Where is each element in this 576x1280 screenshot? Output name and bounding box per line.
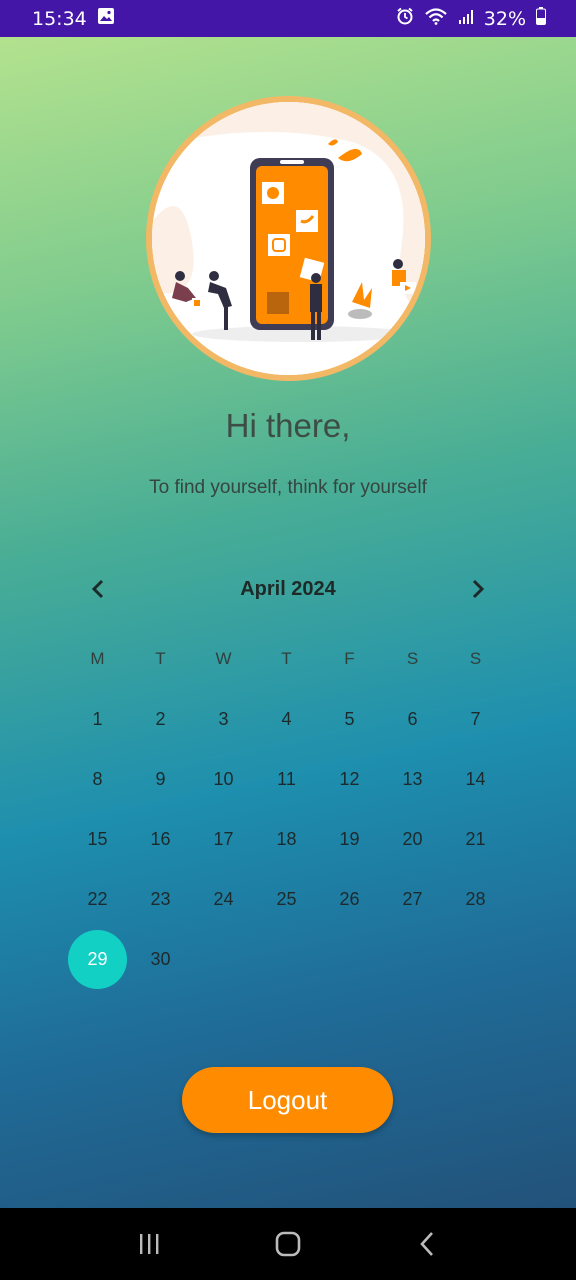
weekday-label: F [344,649,355,668]
calendar-day[interactable]: 27 [381,869,444,929]
calendar-day[interactable]: 12 [318,749,381,809]
calendar-day[interactable]: 14 [444,749,507,809]
wifi-icon [424,7,448,30]
calendar-week-row: 1234567 [66,689,507,749]
battery-icon [536,7,546,30]
calendar-day[interactable]: 7 [444,689,507,749]
weekday-label: T [281,649,292,668]
chevron-left-icon [91,579,104,599]
home-button[interactable] [263,1219,313,1269]
calendar-week-row: 29 30 [66,929,507,989]
next-month-button[interactable] [460,571,496,607]
calendar-day[interactable]: 16 [129,809,192,869]
weekday-label: M [90,649,105,668]
chevron-right-icon [472,579,485,599]
calendar-empty-cell [381,929,444,989]
status-left: 15:34 [32,7,115,30]
selected-day-indicator: 29 [68,929,127,989]
calendar-day[interactable]: 18 [255,809,318,869]
hero-illustration [146,96,431,381]
calendar-day[interactable]: 5 [318,689,381,749]
calendar-week-row: 8 9 10 11 12 13 14 [66,749,507,809]
home-icon [275,1231,301,1257]
alarm-icon [396,7,414,30]
calendar-day[interactable]: 26 [318,869,381,929]
calendar-day[interactable]: 25 [255,869,318,929]
calendar-empty-cell [444,929,507,989]
calendar-day[interactable]: 20 [381,809,444,869]
calendar-day[interactable]: 1 [66,689,129,749]
calendar-empty-cell [192,929,255,989]
calendar-day[interactable]: 8 [66,749,129,809]
recent-apps-button[interactable] [124,1219,174,1269]
calendar-day[interactable]: 30 [129,929,192,989]
weekday-label: S [406,649,419,668]
tagline: To find yourself, think for yourself [149,477,427,498]
system-nav-bar [0,1208,576,1280]
weekday-label: W [215,649,232,668]
greeting-title: Hi there, [225,407,351,444]
month-label: April 2024 [240,577,336,600]
prev-month-button[interactable] [80,571,116,607]
calendar-day[interactable]: 19 [318,809,381,869]
calendar-week-row: 15 16 17 18 19 20 21 [66,809,507,869]
calendar-day[interactable]: 15 [66,809,129,869]
logout-button[interactable]: Logout [182,1067,393,1133]
app-screen: Hi there, To find yourself, think for yo… [0,37,576,1208]
calendar-weeks: 1 2 3 4 5 6 7 8 9 10 11 12 13 14 15 16 17 18 19 20 21 22 23 24 2… [66,689,507,989]
calendar-header: April 2024 [80,568,496,610]
back-button[interactable] [402,1219,452,1269]
calendar-day[interactable]: 13 [381,749,444,809]
calendar-day[interactable]: 22 [66,869,129,929]
back-icon [419,1232,433,1256]
calendar-day[interactable]: 28 [444,869,507,929]
calendar-day[interactable]: 3 [192,689,255,749]
calendar-day[interactable]: 10 [192,749,255,809]
status-right: 32% [396,7,546,30]
calendar-day[interactable]: 21 [444,809,507,869]
calendar-day[interactable]: 11 [255,749,318,809]
image-icon [97,7,115,30]
calendar-day[interactable]: 2 [129,689,192,749]
calendar-week-row: 22 23 24 25 26 27 28 [66,869,507,929]
calendar-empty-cell [255,929,318,989]
status-bar: 15:34 32% [0,0,576,37]
weekday-label: S [469,649,482,668]
recent-apps-icon [140,1234,159,1254]
status-time: 15:34 [32,7,87,30]
calendar-grid: MTWTFSS 1 2 3 4 5 6 7 8 9 10 11 12 13 14 15 16 17 18 19 20 2… [66,629,507,989]
calendar-day[interactable]: 23 [129,869,192,929]
weekday-row: MTWTFSS [66,629,507,689]
calendar-day[interactable]: 6 [381,689,444,749]
signal-icon [458,8,474,30]
calendar-day[interactable]: 24 [192,869,255,929]
calendar-day[interactable]: 4 [255,689,318,749]
calendar-day-selected[interactable]: 29 [66,929,129,989]
calendar-empty-cell [318,929,381,989]
calendar-day[interactable]: 17 [192,809,255,869]
battery-text: 32% [483,7,526,30]
weekday-label: T [155,649,166,668]
calendar-day[interactable]: 9 [129,749,192,809]
